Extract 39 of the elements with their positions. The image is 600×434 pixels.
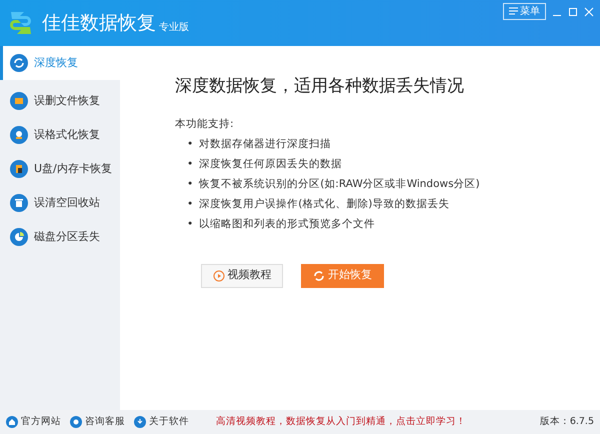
video-tutorial-button[interactable]: 视频教程 [201,264,283,288]
sidebar-item[interactable]: 误格式化恢复 [0,118,120,152]
close-icon[interactable] [584,6,594,16]
footer-link[interactable]: 咨询客服 [70,414,125,430]
sidebar-item[interactable]: 磁盘分区丢失 [0,220,120,254]
sidebar-item[interactable]: U盘/内存卡恢复 [0,152,120,186]
sidebar-item[interactable]: 误清空回收站 [0,186,120,220]
maximize-icon[interactable] [568,6,578,16]
bullet-mark: • [187,216,194,232]
trash-icon [10,194,28,212]
app-title: 佳佳数据恢复 [42,10,156,36]
folder-icon [10,92,28,110]
footer-link[interactable]: 官方网站 [6,414,61,430]
edition-label: 专业版 [159,20,189,34]
version-label: 版本：6.7.5 [540,414,594,429]
download-icon [134,416,146,428]
heading: 深度数据恢复，适用各种数据丢失情况 [175,75,465,98]
home-icon [6,416,18,428]
promo-link[interactable]: 高清视频教程，数据恢复从入门到精通，点击立即学习！ [216,414,466,430]
feature-text: 对数据存储器进行深度扫描 [199,136,332,152]
disk-icon [10,126,28,144]
feature-text: 以缩略图和列表的形式预览多个文件 [199,216,376,232]
bullet-mark: • [187,136,194,152]
bullet-mark: • [187,196,194,212]
feature-text: 恢复不被系统识别的分区(如:RAW分区或非Windows分区) [199,176,480,192]
sidebar-item[interactable]: 误删文件恢复 [0,84,120,118]
refresh-icon [10,54,28,72]
feature-text: 深度恢复用户误操作(格式化、删除)导致的数据丢失 [199,196,450,212]
menu-icon [509,7,518,16]
bullet-mark: • [187,176,194,192]
footer-link[interactable]: 关于软件 [134,414,189,430]
bullet-mark: • [187,156,194,172]
intro-text: 本功能支持: [175,116,235,132]
play-icon [212,270,224,282]
card-icon [10,160,28,178]
sidebar-item[interactable]: 深度恢复 [0,46,120,80]
refresh-icon [313,270,325,282]
feature-text: 深度恢复任何原因丢失的数据 [199,156,342,172]
pie-chart-icon [10,228,28,246]
